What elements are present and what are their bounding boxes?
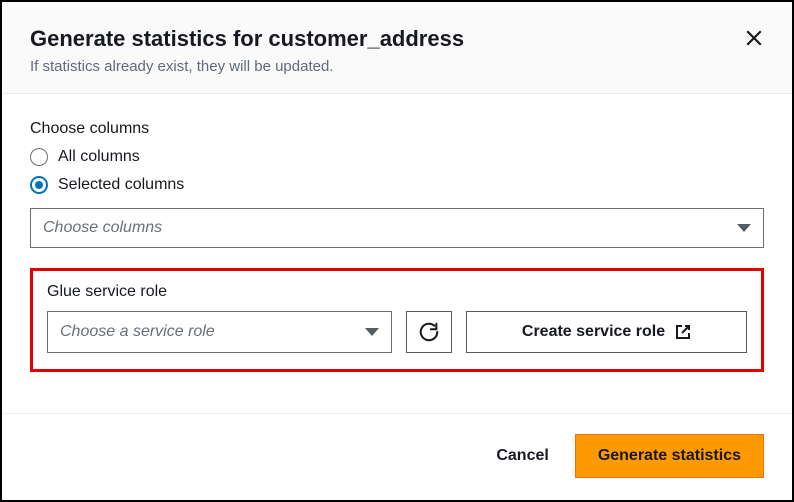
radio-label-selected: Selected columns bbox=[58, 176, 184, 194]
refresh-icon bbox=[418, 321, 440, 343]
choose-columns-label: Choose columns bbox=[30, 120, 764, 138]
radio-icon bbox=[30, 176, 48, 194]
create-service-role-button[interactable]: Create service role bbox=[466, 311, 747, 353]
glue-role-row: Choose a service role Create service rol… bbox=[47, 311, 747, 353]
modal-body: Choose columns All columns Selected colu… bbox=[2, 94, 792, 413]
modal-footer: Cancel Generate statistics bbox=[2, 413, 792, 500]
external-link-icon bbox=[675, 324, 691, 340]
service-role-dropdown[interactable]: Choose a service role bbox=[47, 311, 392, 353]
radio-all-columns[interactable]: All columns bbox=[30, 148, 764, 166]
close-icon bbox=[745, 29, 763, 47]
radio-icon bbox=[30, 148, 48, 166]
modal-header: Generate statistics for customer_address… bbox=[2, 2, 792, 94]
chevron-down-icon bbox=[737, 224, 751, 232]
dropdown-placeholder: Choose a service role bbox=[60, 323, 215, 341]
modal-title: Generate statistics for customer_address bbox=[30, 26, 764, 52]
close-button[interactable] bbox=[740, 24, 768, 52]
create-service-role-label: Create service role bbox=[522, 323, 665, 341]
refresh-button[interactable] bbox=[406, 311, 452, 353]
generate-statistics-modal: Generate statistics for customer_address… bbox=[0, 0, 794, 502]
columns-radio-group: All columns Selected columns bbox=[30, 148, 764, 194]
chevron-down-icon bbox=[365, 328, 379, 336]
modal-subtitle: If statistics already exist, they will b… bbox=[30, 58, 764, 75]
generate-statistics-button[interactable]: Generate statistics bbox=[575, 434, 764, 478]
cancel-button[interactable]: Cancel bbox=[488, 437, 556, 475]
dropdown-placeholder: Choose columns bbox=[43, 219, 162, 237]
glue-role-highlight: Glue service role Choose a service role … bbox=[30, 268, 764, 372]
glue-role-label: Glue service role bbox=[47, 283, 747, 301]
radio-label-all: All columns bbox=[58, 148, 140, 166]
choose-columns-dropdown[interactable]: Choose columns bbox=[30, 208, 764, 248]
radio-selected-columns[interactable]: Selected columns bbox=[30, 176, 764, 194]
